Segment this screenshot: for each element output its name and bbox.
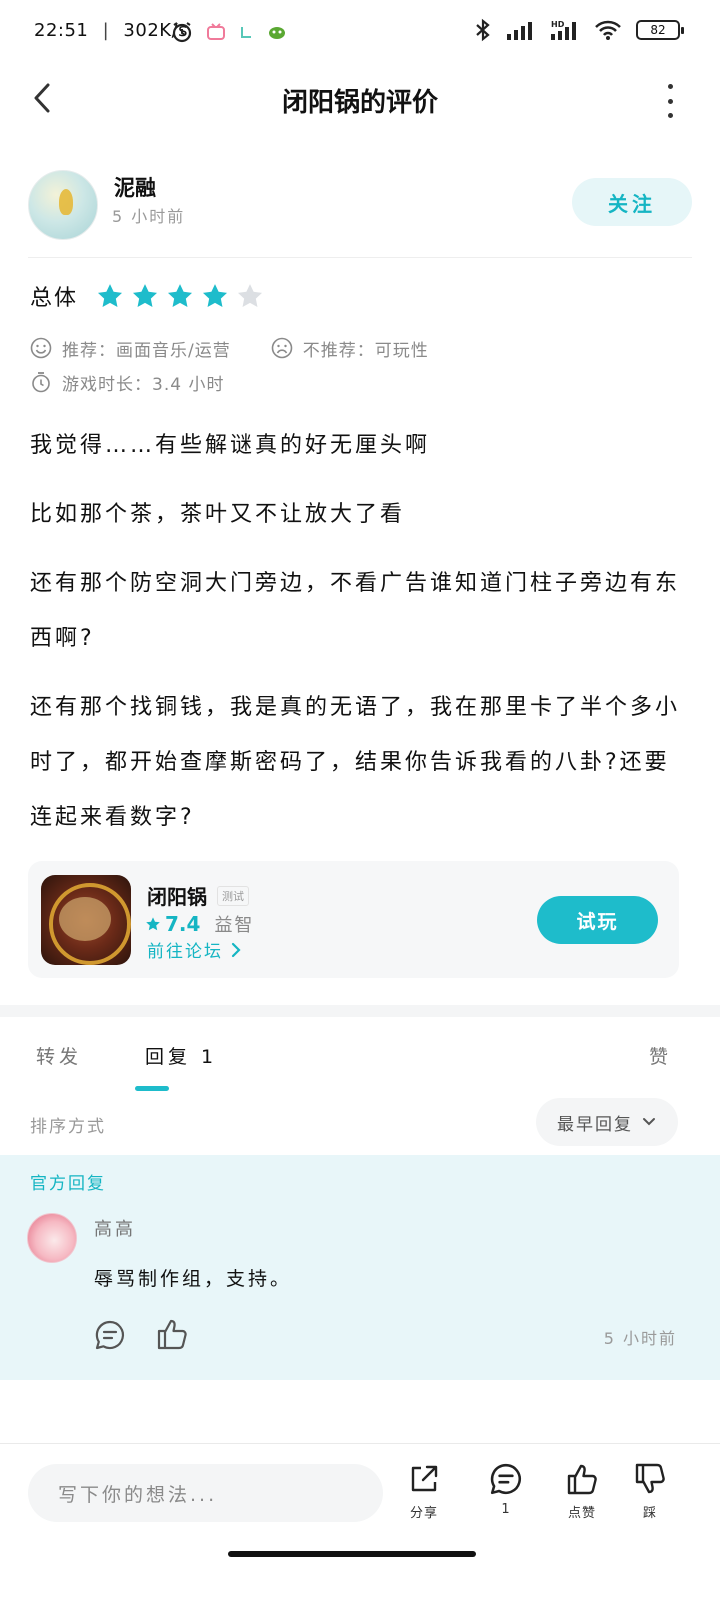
bluetooth-icon xyxy=(476,18,490,42)
smile-icon xyxy=(30,337,52,359)
sort-value: 最早回复 xyxy=(557,1114,633,1135)
frown-icon xyxy=(271,337,293,359)
status-bar: 22:51 | 302K/s HD 82 xyxy=(0,0,720,64)
comment-button[interactable]: 1 xyxy=(476,1462,536,1517)
sort-label: 排序方式 xyxy=(30,1117,106,1137)
share-label: 分享 xyxy=(409,1506,438,1521)
page-title: 闭阳锅的评价 xyxy=(281,88,438,118)
author-post-time: 5 小时前 xyxy=(112,207,186,226)
app-notification-icon xyxy=(241,27,251,38)
tab-reply[interactable]: 回复 1 xyxy=(145,1042,217,1069)
chevron-down-icon xyxy=(643,1118,655,1126)
star-icon xyxy=(146,917,160,931)
follow-button[interactable]: 关注 xyxy=(572,178,692,226)
more-options-button[interactable] xyxy=(660,84,680,118)
bottom-action-bar: 写下你的想法... 分享 1 点赞 踩 xyxy=(0,1443,720,1553)
review-paragraph: 还有那个防空洞大门旁边，不看广告谁知道门柱子旁边有东西啊? xyxy=(30,571,681,651)
reply-tabs: 转发 回复 1 赞 xyxy=(0,1030,720,1092)
more-dot-icon xyxy=(667,98,673,104)
review-paragraph: 比如那个茶，茶叶又不让放大了看 xyxy=(30,502,406,527)
hd-signal-icon: HD xyxy=(551,20,576,40)
like-button[interactable]: 点赞 xyxy=(552,1462,612,1521)
official-reply: 官方回复 高高 辱骂制作组，支持。 5 小时前 xyxy=(0,1155,720,1380)
not-recommend-text: 不推荐：可玩性 xyxy=(302,340,429,361)
review-content: 我觉得……有些解谜真的好无厘头啊 比如那个茶，茶叶又不让放大了看 还有那个防空洞… xyxy=(30,418,680,859)
game-name: 闭阳锅 xyxy=(147,885,207,909)
status-notification-icons xyxy=(170,20,288,44)
game-card[interactable]: 闭阳锅 测试 7.4 益智 前往论坛 试玩 xyxy=(28,861,679,978)
share-button[interactable]: 分享 xyxy=(394,1462,454,1521)
official-reply-label: 官方回复 xyxy=(30,1174,106,1194)
game-genre: 益智 xyxy=(214,915,255,936)
playtime-text: 游戏时长：3.4 小时 xyxy=(62,374,225,395)
recommend-row: 推荐：画面音乐/运营 不推荐：可玩性 xyxy=(30,334,429,362)
comment-icon xyxy=(95,1320,125,1350)
svg-text:HD: HD xyxy=(551,20,565,29)
review-paragraph: 还有那个找铜钱，我是真的无语了，我在那里卡了半个多小时了，都开始查摩斯密码了，结… xyxy=(30,695,681,830)
tab-repost[interactable]: 转发 xyxy=(36,1042,82,1069)
rating-stars xyxy=(96,282,264,310)
thumbs-up-icon xyxy=(157,1319,187,1350)
thumbs-down-icon xyxy=(635,1463,665,1494)
sort-dropdown[interactable]: 最早回复 xyxy=(536,1098,678,1146)
more-dot-icon xyxy=(667,84,673,89)
timer-icon xyxy=(32,372,50,393)
nav-bar: 闭阳锅的评价 xyxy=(0,64,720,136)
dislike-button[interactable]: 踩 xyxy=(620,1462,680,1521)
game-score-row: 7.4 益智 xyxy=(145,911,254,937)
chevron-right-icon xyxy=(231,942,241,957)
game-test-tag: 测试 xyxy=(217,885,249,906)
divider xyxy=(28,257,692,258)
reply-avatar[interactable] xyxy=(27,1213,77,1263)
share-icon xyxy=(411,1465,438,1492)
game-score: 7.4 xyxy=(165,912,201,936)
author-name[interactable]: 泥融 xyxy=(114,172,156,202)
comment-input[interactable]: 写下你的想法... xyxy=(28,1464,383,1522)
active-tab-indicator xyxy=(135,1086,169,1091)
battery-icon: 82 xyxy=(636,20,684,40)
try-play-button[interactable]: 试玩 xyxy=(537,896,658,944)
section-divider xyxy=(0,1005,720,1017)
overall-rating: 总体 xyxy=(30,276,264,316)
forum-link-label: 前往论坛 xyxy=(147,942,223,962)
star-filled-icon xyxy=(167,284,193,307)
thumbs-up-icon xyxy=(567,1464,597,1495)
status-separator: | xyxy=(102,20,110,41)
reply-like-button[interactable] xyxy=(155,1317,189,1355)
more-dot-icon xyxy=(667,113,673,118)
recommend-text: 推荐：画面音乐/运营 xyxy=(62,340,231,361)
battery-level: 82 xyxy=(650,23,666,37)
status-time: 22:51 xyxy=(34,20,89,41)
comment-count: 1 xyxy=(501,1502,511,1517)
wifi-icon xyxy=(595,20,621,40)
like-label: 点赞 xyxy=(567,1506,596,1521)
cellular-signal-icon xyxy=(507,22,532,40)
star-filled-icon xyxy=(97,284,123,307)
comment-icon xyxy=(490,1463,521,1495)
star-filled-icon xyxy=(202,284,228,307)
tab-like[interactable]: 赞 xyxy=(649,1042,672,1069)
star-empty-icon xyxy=(237,284,263,307)
home-indicator xyxy=(228,1551,476,1557)
game-notification-icon xyxy=(269,27,285,39)
star-filled-icon xyxy=(132,284,158,307)
forum-link[interactable]: 前往论坛 xyxy=(147,937,243,962)
reply-author-name[interactable]: 高高 xyxy=(94,1215,136,1241)
author-avatar[interactable] xyxy=(28,170,98,240)
playtime-row: 游戏时长：3.4 小时 xyxy=(30,368,224,396)
alarm-icon xyxy=(172,22,192,43)
bilibili-icon xyxy=(207,23,225,40)
dislike-label: 踩 xyxy=(642,1506,657,1521)
reply-text: 辱骂制作组，支持。 xyxy=(94,1268,293,1290)
reply-comment-button[interactable] xyxy=(94,1319,126,1355)
review-paragraph: 我觉得……有些解谜真的好无厘头啊 xyxy=(30,433,431,458)
rating-label: 总体 xyxy=(30,286,79,311)
author-header: 泥融 5 小时前 关注 xyxy=(28,170,692,242)
reply-time: 5 小时前 xyxy=(603,1329,677,1348)
game-cover-image[interactable] xyxy=(41,875,131,965)
